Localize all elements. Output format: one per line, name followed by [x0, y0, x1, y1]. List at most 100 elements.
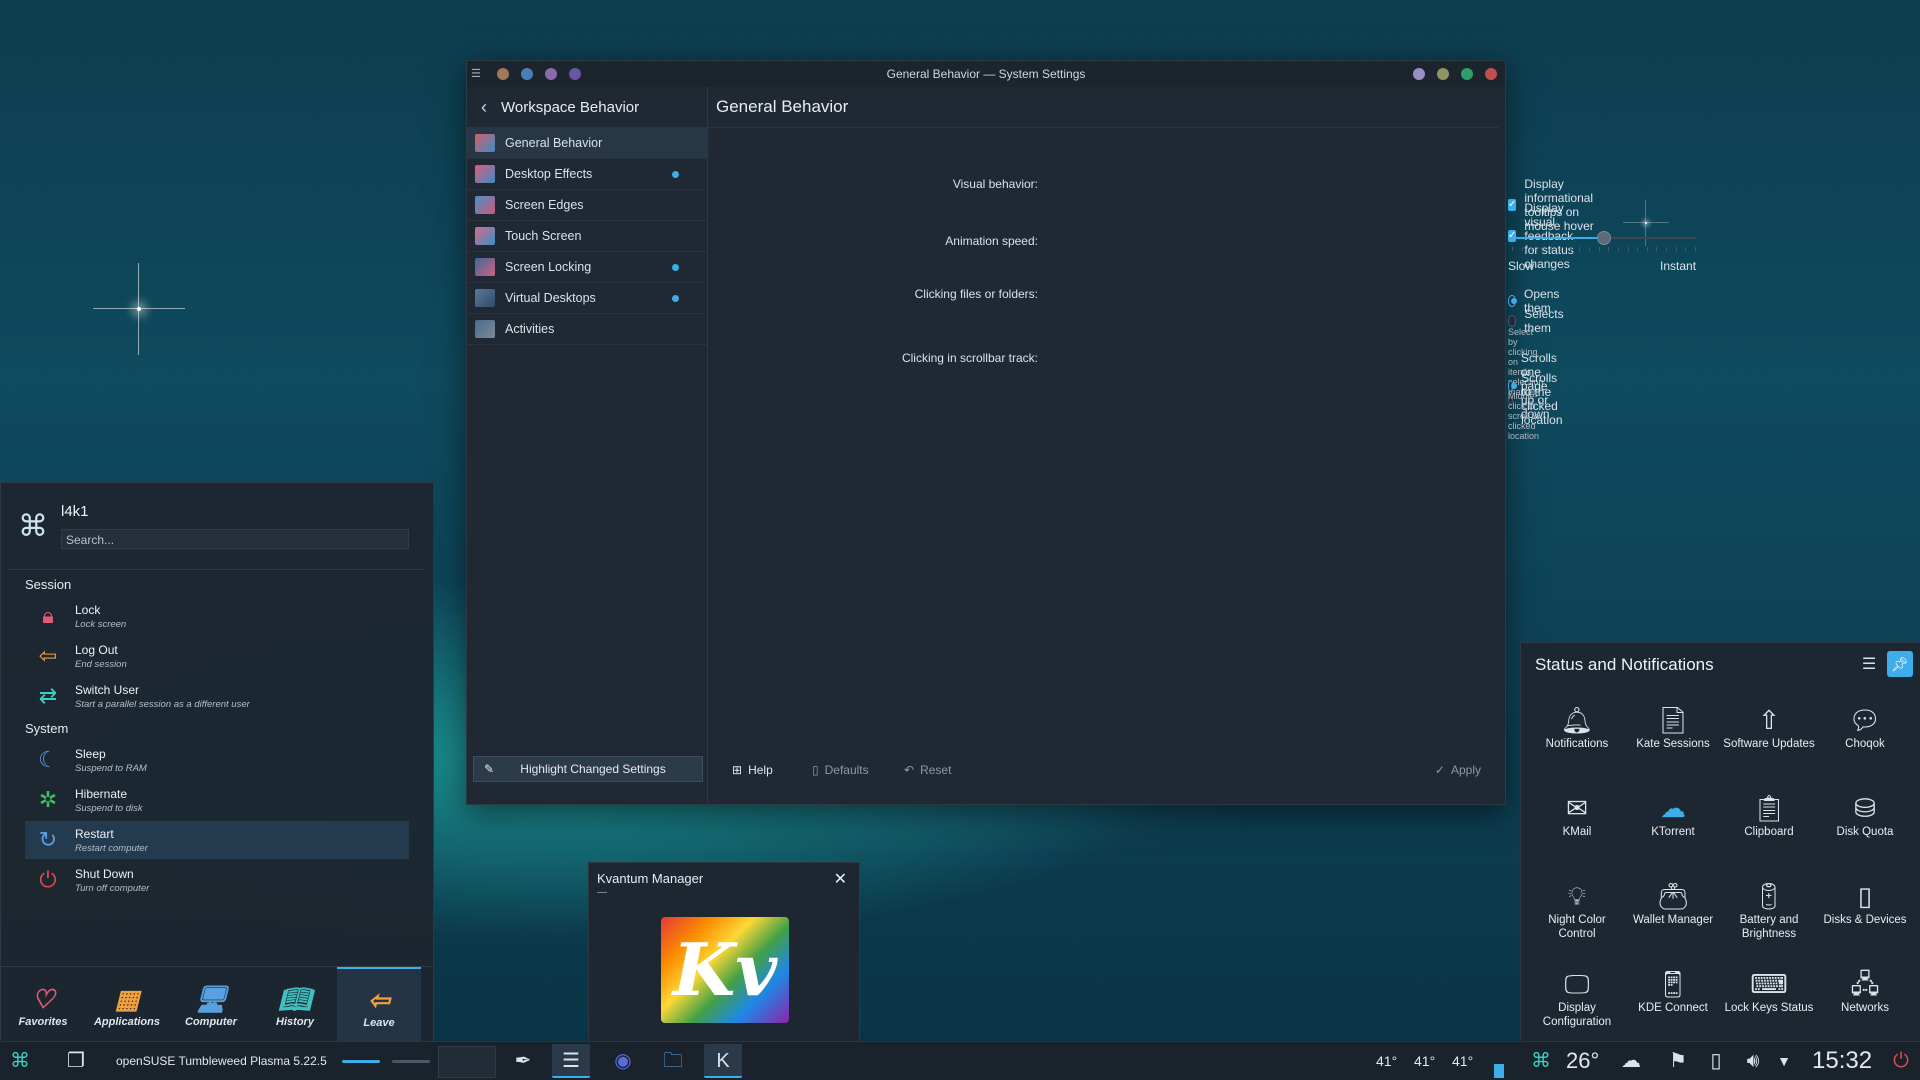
- reset-button[interactable]: ↶ Reset: [904, 763, 951, 777]
- status-networks[interactable]: 🖧︎ Networks: [1817, 961, 1913, 1049]
- bell-icon: 🔔︎: [1560, 705, 1594, 735]
- weather-temperature[interactable]: 26°: [1566, 1042, 1599, 1080]
- back-arrow-icon[interactable]: ‹: [467, 97, 501, 118]
- status-battery-brightness[interactable]: 🔋︎ Battery and Brightness: [1721, 873, 1817, 961]
- defaults-button[interactable]: ▯ Defaults: [812, 763, 869, 777]
- tab-computer[interactable]: 🖥︎ Computer: [169, 967, 253, 1043]
- task-kate[interactable]: ✒: [504, 1044, 542, 1078]
- highlight-button-label: Highlight Changed Settings: [520, 762, 666, 776]
- pencil-icon: ✎: [483, 762, 495, 776]
- task-firefox[interactable]: ◉: [604, 1044, 642, 1078]
- tab-favorites[interactable]: ♡ Favorites: [1, 967, 85, 1043]
- status-label: Lock Keys Status: [1724, 1002, 1814, 1014]
- status-lock-keys[interactable]: ⌨ Lock Keys Status: [1721, 961, 1817, 1049]
- volume-icon[interactable]: 🔊︎: [1738, 1046, 1768, 1076]
- volume-bar[interactable]: [342, 1060, 380, 1063]
- slider-max-label: Instant: [1660, 259, 1697, 273]
- close-button[interactable]: [1485, 68, 1497, 80]
- search-input[interactable]: Search...: [61, 529, 409, 549]
- clicking-files-label: Clicking files or folders:: [914, 287, 1038, 301]
- apply-button[interactable]: ✓ Apply: [1435, 763, 1481, 777]
- preview-title: Kvantum Manager: [597, 871, 704, 886]
- logout-icon: ⇦: [38, 643, 58, 668]
- keep-above-button[interactable]: [1413, 68, 1425, 80]
- changed-indicator: [672, 171, 679, 178]
- pin-icon[interactable]: 📌︎: [1887, 651, 1913, 677]
- sidebar-item-screen-edges[interactable]: Screen Edges: [467, 190, 707, 221]
- sidebar-item-desktop-effects[interactable]: Desktop Effects: [467, 159, 707, 190]
- task-dolphin[interactable]: 🗀: [654, 1044, 692, 1078]
- restart-item[interactable]: ↻ Restart Restart computer: [25, 821, 409, 859]
- tab-leave[interactable]: ⇦ Leave: [337, 967, 421, 1043]
- sleep-item[interactable]: ☾ Sleep Suspend to RAM: [25, 741, 409, 779]
- settings-sidebar: ‹ Workspace Behavior General Behavior De…: [467, 87, 708, 804]
- highlight-changed-settings-button[interactable]: ✎ Highlight Changed Settings: [473, 756, 703, 782]
- window-titlebar[interactable]: ☰ General Behavior — System Settings: [467, 61, 1505, 87]
- apply-label: Apply: [1450, 763, 1481, 777]
- status-software-updates[interactable]: ⇧ Software Updates: [1721, 697, 1817, 785]
- weather-cloud-icon[interactable]: ☁: [1616, 1046, 1646, 1076]
- task-kvantum[interactable]: K: [704, 1044, 742, 1078]
- status-notifications[interactable]: 🔔︎ Notifications: [1529, 697, 1625, 785]
- maximize-button[interactable]: [1461, 68, 1473, 80]
- kdeconnect-tray-icon[interactable]: ⌘: [1526, 1046, 1556, 1076]
- book-tray-icon[interactable]: ▯: [1702, 1046, 1730, 1076]
- log-out-item[interactable]: ⇦ Log Out End session: [25, 637, 409, 675]
- power-icon[interactable]: ⏻: [1886, 1046, 1916, 1076]
- status-kmail[interactable]: ✉ KMail: [1529, 785, 1625, 873]
- item-description: Suspend to RAM: [75, 762, 147, 774]
- changed-indicator: [672, 264, 679, 271]
- animation-speed-slider[interactable]: [1512, 231, 1696, 245]
- hibernate-item[interactable]: ✲ Hibernate Suspend to disk: [25, 781, 409, 819]
- sidebar-item-activities[interactable]: Activities: [467, 314, 707, 345]
- pager[interactable]: [438, 1046, 496, 1078]
- lock-item[interactable]: 🔒︎ Lock Lock screen: [25, 597, 409, 635]
- status-disks-devices[interactable]: ▯ Disks & Devices: [1817, 873, 1913, 961]
- scrollbar-track-label: Clicking in scrollbar track:: [901, 351, 1038, 365]
- close-icon[interactable]: ✕: [834, 869, 847, 889]
- slider-handle[interactable]: [1597, 231, 1611, 245]
- minimize-button[interactable]: [1437, 68, 1449, 80]
- show-desktop-icon[interactable]: ❐: [60, 1046, 92, 1076]
- sleep-icon: ☾: [38, 747, 58, 772]
- item-name: Sleep: [75, 746, 106, 761]
- page-title: General Behavior: [708, 87, 1499, 128]
- status-wallet-manager[interactable]: 👛︎ Wallet Manager: [1625, 873, 1721, 961]
- clock[interactable]: 15:32: [1812, 1042, 1872, 1080]
- status-disk-quota[interactable]: ⛁ Disk Quota: [1817, 785, 1913, 873]
- item-description: End session: [75, 658, 127, 670]
- leave-icon: ⇦: [368, 985, 390, 1015]
- brightness-bar[interactable]: [392, 1060, 430, 1063]
- sidebar-item-general-behavior[interactable]: General Behavior: [467, 128, 707, 159]
- sidebar-item-virtual-desktops[interactable]: Virtual Desktops: [467, 283, 707, 314]
- desktop-effects-icon: [475, 165, 495, 183]
- status-clipboard[interactable]: 📋︎ Clipboard: [1721, 785, 1817, 873]
- configure-icon[interactable]: ☰: [1857, 653, 1881, 677]
- status-night-color[interactable]: 💡︎ Night Color Control: [1529, 873, 1625, 961]
- status-kde-connect[interactable]: 📱︎ KDE Connect: [1625, 961, 1721, 1049]
- shut-down-item[interactable]: ⏻ Shut Down Turn off computer: [25, 861, 409, 899]
- tab-history[interactable]: 📖︎ History: [253, 967, 337, 1043]
- status-display-configuration[interactable]: 🖵︎ Display Configuration: [1529, 961, 1625, 1049]
- switch-user-item[interactable]: ⇄ Switch User Start a parallel session a…: [25, 677, 409, 715]
- radio-selected-icon: [1508, 295, 1518, 307]
- status-label: Choqok: [1845, 738, 1885, 750]
- sidebar-item-touch-screen[interactable]: Touch Screen: [467, 221, 707, 252]
- settings-main-panel: General Behavior Visual behavior: ✓ Disp…: [708, 87, 1696, 804]
- sidebar-item-screen-locking[interactable]: Screen Locking: [467, 252, 707, 283]
- status-label: Disk Quota: [1836, 826, 1894, 838]
- launcher-button-icon[interactable]: ⌘: [4, 1046, 36, 1076]
- tray-expand-icon[interactable]: ▼: [1774, 1046, 1794, 1076]
- task-system-settings[interactable]: ☰: [552, 1044, 590, 1078]
- sidebar-item-label: Screen Edges: [505, 198, 584, 212]
- defaults-label: Defaults: [824, 763, 869, 777]
- status-kate-sessions[interactable]: 📄︎ Kate Sessions: [1625, 697, 1721, 785]
- help-button[interactable]: ⊞ Help: [732, 763, 773, 777]
- system-settings-window: ☰ General Behavior — System Settings ‹ W…: [466, 60, 1696, 805]
- status-label: Battery and Brightness: [1739, 914, 1799, 940]
- clipboard-tray-icon[interactable]: ⚑: [1664, 1046, 1692, 1076]
- status-ktorrent[interactable]: ☁ KTorrent: [1625, 785, 1721, 873]
- kvantum-manager-preview[interactable]: Kvantum Manager — ✕ Kv: [588, 862, 860, 1044]
- tab-applications[interactable]: ▦ Applications: [85, 967, 169, 1043]
- status-choqok[interactable]: 💬︎ Choqok: [1817, 697, 1913, 785]
